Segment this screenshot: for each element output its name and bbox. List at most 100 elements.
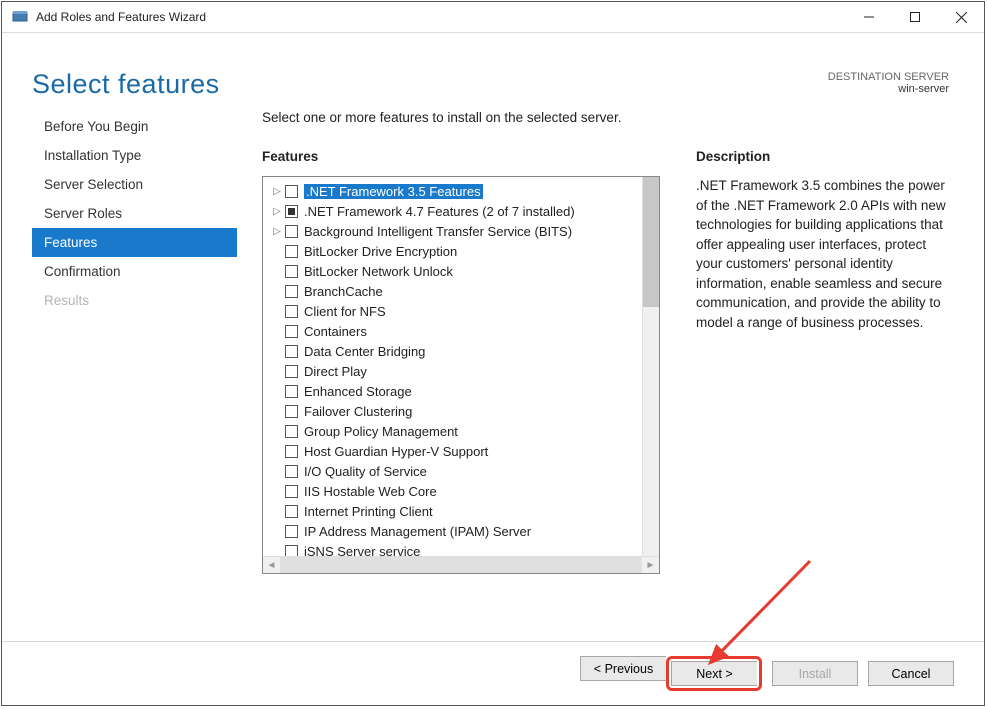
feature-checkbox[interactable] <box>285 405 298 418</box>
feature-checkbox[interactable] <box>285 465 298 478</box>
next-button[interactable]: Next > <box>671 661 757 686</box>
features-label: Features <box>262 149 660 164</box>
feature-label[interactable]: BitLocker Network Unlock <box>304 264 453 279</box>
feature-label[interactable]: I/O Quality of Service <box>304 464 427 479</box>
feature-label[interactable]: Host Guardian Hyper-V Support <box>304 444 488 459</box>
feature-row[interactable]: Enhanced Storage <box>271 381 640 401</box>
feature-label[interactable]: BranchCache <box>304 284 383 299</box>
feature-row[interactable]: ▷ .NET Framework 4.7 Features (2 of 7 ins… <box>271 201 640 221</box>
sidebar-item-server-selection[interactable]: Server Selection <box>32 170 237 199</box>
feature-checkbox[interactable] <box>285 325 298 338</box>
feature-label[interactable]: Containers <box>304 324 367 339</box>
expander-icon[interactable]: ▷ <box>271 186 283 197</box>
feature-label[interactable]: .NET Framework 3.5 Features <box>304 184 483 199</box>
button-bar: < Previous Next > Install Cancel <box>2 641 984 705</box>
feature-checkbox[interactable] <box>285 225 298 238</box>
feature-checkbox[interactable] <box>285 305 298 318</box>
body: Before You BeginInstallation TypeServer … <box>2 110 984 641</box>
titlebar: Add Roles and Features Wizard <box>2 2 984 33</box>
feature-label[interactable]: Background Intelligent Transfer Service … <box>304 224 572 239</box>
feature-row[interactable]: Client for NFS <box>271 301 640 321</box>
expander-icon[interactable]: ▷ <box>271 226 283 237</box>
feature-checkbox[interactable] <box>285 485 298 498</box>
feature-checkbox[interactable] <box>285 525 298 538</box>
sidebar-item-before-you-begin[interactable]: Before You Begin <box>32 112 237 141</box>
feature-row[interactable]: iSNS Server service <box>271 541 640 556</box>
description-column: Description .NET Framework 3.5 combines … <box>696 149 954 574</box>
next-highlight: Next > <box>666 656 762 691</box>
feature-checkbox[interactable] <box>285 345 298 358</box>
close-button[interactable] <box>938 2 984 32</box>
window-title: Add Roles and Features Wizard <box>36 10 846 24</box>
maximize-button[interactable] <box>892 2 938 32</box>
scroll-thumb[interactable] <box>643 177 659 307</box>
feature-checkbox[interactable] <box>285 545 298 557</box>
feature-checkbox[interactable] <box>285 425 298 438</box>
previous-button[interactable]: < Previous <box>580 656 666 681</box>
cancel-button[interactable]: Cancel <box>868 661 954 686</box>
main-panel: Select one or more features to install o… <box>237 110 954 641</box>
sidebar-item-installation-type[interactable]: Installation Type <box>32 141 237 170</box>
feature-row[interactable]: Direct Play <box>271 361 640 381</box>
server-manager-icon <box>12 9 28 25</box>
sidebar-item-confirmation[interactable]: Confirmation <box>32 257 237 286</box>
feature-row[interactable]: BitLocker Network Unlock <box>271 261 640 281</box>
feature-row[interactable]: Failover Clustering <box>271 401 640 421</box>
page-title: Select features <box>32 69 828 100</box>
feature-checkbox[interactable] <box>285 285 298 298</box>
feature-checkbox[interactable] <box>285 265 298 278</box>
feature-checkbox[interactable] <box>285 445 298 458</box>
feature-label[interactable]: .NET Framework 4.7 Features (2 of 7 inst… <box>304 204 575 219</box>
feature-label[interactable]: Data Center Bridging <box>304 344 425 359</box>
feature-label[interactable]: Internet Printing Client <box>304 504 433 519</box>
feature-label[interactable]: Enhanced Storage <box>304 384 412 399</box>
wizard-window: Add Roles and Features Wizard Select fea… <box>1 1 985 706</box>
description-text: .NET Framework 3.5 combines the power of… <box>696 176 954 333</box>
feature-row[interactable]: BitLocker Drive Encryption <box>271 241 640 261</box>
vertical-scrollbar[interactable] <box>642 177 659 556</box>
feature-row[interactable]: ▷ .NET Framework 3.5 Features <box>271 181 640 201</box>
sidebar-item-server-roles[interactable]: Server Roles <box>32 199 237 228</box>
feature-label[interactable]: Group Policy Management <box>304 424 458 439</box>
feature-row[interactable]: IP Address Management (IPAM) Server <box>271 521 640 541</box>
feature-row[interactable]: BranchCache <box>271 281 640 301</box>
window-controls <box>846 2 984 32</box>
instruction-text: Select one or more features to install o… <box>262 110 954 125</box>
feature-row[interactable]: IIS Hostable Web Core <box>271 481 640 501</box>
expander-icon[interactable]: ▷ <box>271 206 283 217</box>
nav-button-group: < Previous Next > <box>580 656 762 691</box>
horizontal-scrollbar[interactable]: ◄ ► <box>263 556 659 573</box>
feature-label[interactable]: Client for NFS <box>304 304 386 319</box>
header: Select features DESTINATION SERVER win-s… <box>2 33 984 110</box>
feature-checkbox[interactable] <box>285 385 298 398</box>
feature-label[interactable]: Direct Play <box>304 364 367 379</box>
scroll-left-icon[interactable]: ◄ <box>263 557 280 573</box>
feature-label[interactable]: Failover Clustering <box>304 404 412 419</box>
feature-checkbox[interactable] <box>285 205 298 218</box>
feature-checkbox[interactable] <box>285 505 298 518</box>
minimize-button[interactable] <box>846 2 892 32</box>
features-tree: ▷ .NET Framework 3.5 Features ▷ .NET Framew… <box>262 176 660 574</box>
sidebar-item-features[interactable]: Features <box>32 228 237 257</box>
feature-label[interactable]: IP Address Management (IPAM) Server <box>304 524 531 539</box>
feature-label[interactable]: BitLocker Drive Encryption <box>304 244 457 259</box>
feature-checkbox[interactable] <box>285 185 298 198</box>
destination-block: DESTINATION SERVER win-server <box>828 71 949 95</box>
feature-row[interactable]: Containers <box>271 321 640 341</box>
destination-label: DESTINATION SERVER <box>828 71 949 83</box>
features-list[interactable]: ▷ .NET Framework 3.5 Features ▷ .NET Framew… <box>263 177 642 556</box>
feature-row[interactable]: Group Policy Management <box>271 421 640 441</box>
description-label: Description <box>696 149 954 164</box>
feature-checkbox[interactable] <box>285 365 298 378</box>
install-button[interactable]: Install <box>772 661 858 686</box>
destination-name: win-server <box>828 83 949 95</box>
feature-label[interactable]: iSNS Server service <box>304 544 420 557</box>
feature-row[interactable]: ▷ Background Intelligent Transfer Service… <box>271 221 640 241</box>
feature-row[interactable]: I/O Quality of Service <box>271 461 640 481</box>
feature-row[interactable]: Data Center Bridging <box>271 341 640 361</box>
scroll-right-icon[interactable]: ► <box>642 557 659 573</box>
feature-row[interactable]: Host Guardian Hyper-V Support <box>271 441 640 461</box>
feature-checkbox[interactable] <box>285 245 298 258</box>
feature-row[interactable]: Internet Printing Client <box>271 501 640 521</box>
feature-label[interactable]: IIS Hostable Web Core <box>304 484 437 499</box>
